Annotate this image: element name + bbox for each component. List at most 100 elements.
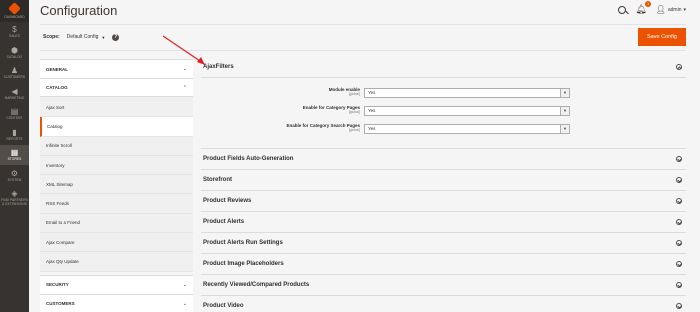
scope-label: Scope: [43, 34, 60, 40]
nav-group-catalog[interactable]: CATALOG ⌃ [40, 78, 193, 97]
section-recently-viewed-header[interactable]: Recently Viewed/Compared Products [201, 275, 686, 296]
rail-item-dashboard[interactable]: DASHBOARD [0, 0, 29, 22]
rail-item-sales[interactable]: $ SALES [0, 22, 29, 42]
nav-group-security[interactable]: SECURITY ⌄ [40, 274, 193, 294]
select-value: Yes [368, 126, 376, 131]
expand-icon [676, 240, 682, 246]
chevron-down-icon[interactable]: ▼ [101, 35, 105, 40]
nav-group-title: GENERAL [46, 66, 69, 72]
expand-icon [676, 156, 682, 162]
chevron-up-icon: ⌃ [182, 84, 187, 91]
nav-item-infinite-scroll[interactable]: Infinite Scroll [40, 137, 193, 156]
nav-group-title: CATALOG [46, 85, 68, 90]
section-product-video-header[interactable]: Product Video [201, 296, 686, 312]
rail-item-stores[interactable]: ▦ STORES [0, 145, 29, 165]
nav-item-inventory[interactable]: Inventory [40, 156, 193, 176]
expand-icon [676, 198, 682, 204]
store-icon: ▦ [10, 148, 19, 157]
nav-item-xml-sitemap[interactable]: XML Sitemap [40, 175, 193, 195]
section-storefront-header[interactable]: Storefront [201, 170, 686, 191]
nav-item-ajax-sort[interactable]: Ajax Sort [40, 98, 193, 118]
section-title: Product Alerts [203, 219, 245, 225]
expand-icon [676, 219, 682, 225]
field-module-enable: Module enable [global] Yes ▼ [201, 87, 686, 99]
gear-icon: ⚙ [10, 168, 19, 178]
chevron-down-icon: ▼ [560, 107, 569, 115]
rail-item-catalog[interactable]: ⬢ CATALOG [0, 43, 29, 63]
section-title: AjaxFilters [203, 64, 234, 70]
section-ajaxfilters-body: Module enable [global] Yes ▼ Enable for … [201, 78, 686, 149]
expand-icon [676, 261, 682, 267]
rail-item-label: STORES [7, 157, 22, 161]
section-title: Product Video [203, 303, 244, 309]
section-title: Product Alerts Run Settings [203, 240, 283, 246]
rail-item-content[interactable]: ▤ CONTENT [0, 104, 29, 124]
chevron-down-icon: ⌄ [182, 300, 187, 307]
nav-group-general[interactable]: GENERAL ⌄ [40, 59, 193, 78]
nav-item-ajax-compare[interactable]: Ajax Compare [40, 233, 193, 253]
section-title: Storefront [203, 177, 232, 183]
section-product-fields-header[interactable]: Product Fields Auto-Generation [201, 149, 686, 170]
field-scope: [global] [348, 128, 360, 132]
admin-topbar: 🔔︎ 1 👤︎ admin ▾ [618, 1, 686, 15]
section-ajaxfilters-header[interactable]: AjaxFilters [201, 57, 686, 78]
user-menu[interactable]: 👤︎ admin ▾ [656, 5, 686, 14]
nav-item-ajax-qty-update[interactable]: Ajax Qty Update [40, 252, 193, 272]
expand-icon [676, 303, 682, 309]
field-label-group: Enable for Category Pages [global] [303, 105, 360, 114]
field-category-pages: Enable for Category Pages [global] Yes ▼ [201, 105, 686, 117]
field-scope: [global] [348, 110, 360, 114]
chevron-down-icon: ▼ [560, 125, 569, 133]
expand-icon [676, 177, 682, 183]
section-alerts-run-header[interactable]: Product Alerts Run Settings [201, 233, 686, 254]
rail-item-label: CONTENT [6, 116, 23, 120]
search-icon[interactable] [618, 5, 627, 14]
field-scope: [global] [348, 92, 360, 96]
save-config-button[interactable]: Save Config [638, 28, 686, 46]
nav-item-email-friend[interactable]: Email to a Friend [40, 214, 193, 234]
section-title: Product Fields Auto-Generation [203, 156, 294, 162]
rail-item-reports[interactable]: ▮ REPORTS [0, 125, 29, 145]
chevron-down-icon: ▾ [683, 6, 686, 13]
nav-group-customers[interactable]: CUSTOMERS ⌄ [40, 293, 193, 312]
nav-item-rss-feeds[interactable]: RSS Feeds [40, 194, 193, 214]
section-product-alerts-header[interactable]: Product Alerts [201, 212, 686, 233]
rail-item-label: FIND PARTNERS & EXTENSIONS [1, 198, 28, 206]
section-product-reviews-header[interactable]: Product Reviews [201, 191, 686, 212]
rail-item-system[interactable]: ⚙ SYSTEM [0, 166, 29, 186]
dollar-icon: $ [12, 25, 17, 34]
collapse-icon [676, 64, 682, 70]
rail-item-customers[interactable]: ♟ CUSTOMERS [0, 63, 29, 83]
category-pages-select[interactable]: Yes ▼ [364, 106, 570, 116]
bar-chart-icon: ▮ [12, 127, 17, 137]
category-search-pages-select[interactable]: Yes ▼ [364, 124, 570, 134]
chevron-down-icon: ⌄ [182, 281, 187, 288]
nav-item-catalog[interactable]: Catalog [40, 117, 193, 137]
section-title: Recently Viewed/Compared Products [203, 282, 310, 288]
section-title: Product Reviews [203, 198, 252, 204]
module-enable-select[interactable]: Yes ▼ [364, 88, 570, 98]
notifications-button[interactable]: 🔔︎ 1 [635, 1, 651, 15]
rail-item-label: MARKETING [4, 95, 25, 100]
config-sections: AjaxFilters Module enable [global] Yes ▼… [201, 57, 686, 312]
field-label-group: Module enable [global] [329, 87, 360, 96]
chevron-down-icon: ⌄ [182, 66, 187, 72]
user-name: admin [667, 6, 682, 13]
page-title: Configuration [40, 3, 118, 18]
user-icon: 👤︎ [655, 5, 666, 14]
notification-badge: 1 [645, 1, 651, 7]
scope-switcher[interactable]: Default Config [67, 34, 99, 40]
help-icon[interactable]: ? [112, 33, 120, 41]
rail-item-label: SYSTEM [7, 177, 22, 182]
puzzle-icon: ◈ [11, 189, 18, 198]
rail-item-partners[interactable]: ◈ FIND PARTNERS & EXTENSIONS [0, 186, 29, 210]
config-nav: GENERAL ⌄ CATALOG ⌃ Ajax Sort Catalog In… [40, 59, 193, 312]
person-icon: ♟ [10, 66, 19, 75]
scope-bar: Scope: Default Config ▼ ? Save Config [40, 26, 686, 48]
rail-item-label: REPORTS [6, 136, 23, 141]
section-image-placeholders-header[interactable]: Product Image Placeholders [201, 254, 686, 275]
admin-menu: DASHBOARD $ SALES ⬢ CATALOG ♟ CUSTOMERS … [0, 0, 29, 312]
catalog-nav-items: Ajax Sort Catalog Infinite Scroll Invent… [40, 97, 193, 272]
rail-item-marketing[interactable]: ◀ MARKETING [0, 84, 29, 104]
logo-icon [8, 1, 21, 15]
